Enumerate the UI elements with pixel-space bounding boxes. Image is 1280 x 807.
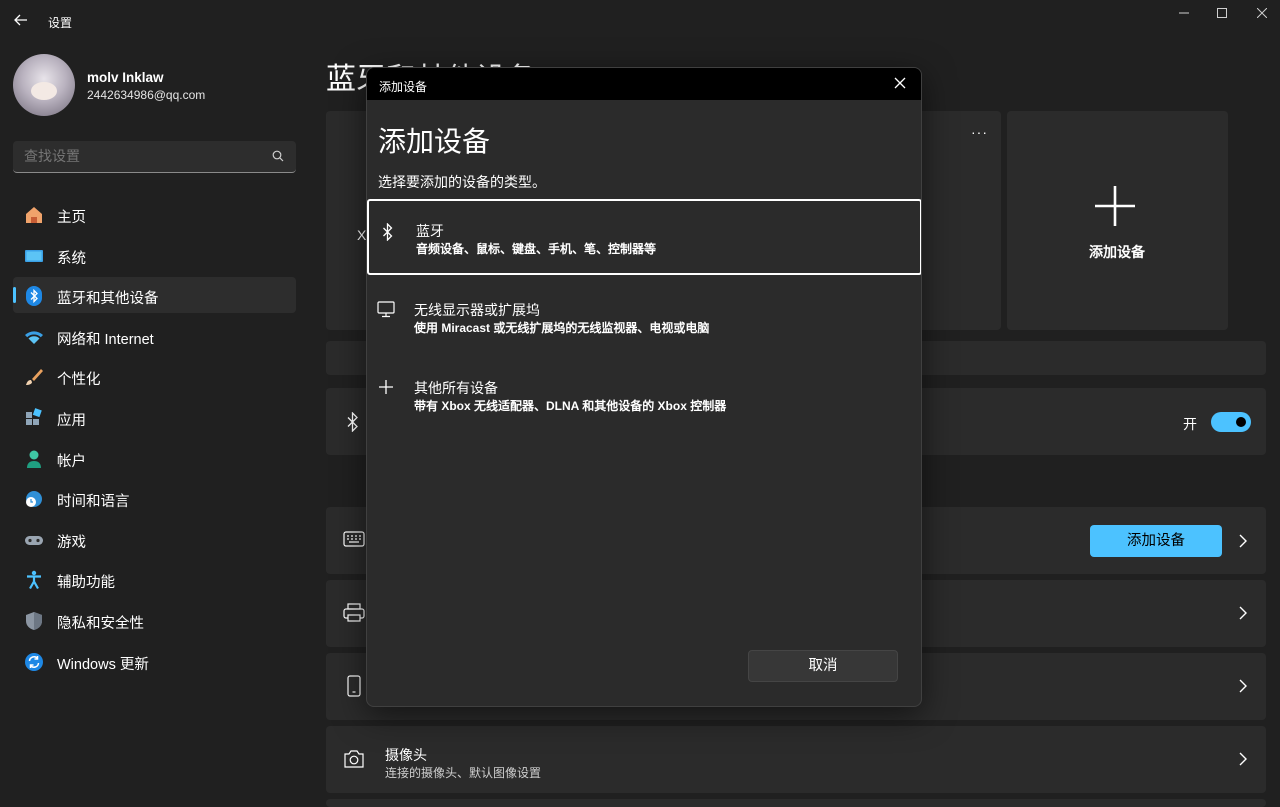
camera-row[interactable] (326, 726, 1266, 793)
add-device-card-label: 添加设备 (1089, 244, 1145, 260)
option-everything-else[interactable]: 其他所有设备 带有 Xbox 无线适配器、DLNA 和其他设备的 Xbox 控制… (367, 356, 921, 432)
sidebar-item-label: Windows 更新 (57, 656, 149, 673)
sidebar-item-label: 个性化 (57, 372, 101, 389)
sidebar-item-label: 隐私和安全性 (57, 615, 144, 632)
title-bar: 设置 (0, 0, 1280, 44)
sidebar-item-label: 蓝牙和其他设备 (57, 291, 159, 308)
profile-name: molv Inklaw (87, 70, 164, 85)
phone-icon (347, 675, 361, 697)
close-window-button[interactable] (1238, 0, 1280, 28)
monitor-icon (377, 301, 395, 318)
search-icon (272, 150, 284, 162)
option-description: 音频设备、鼠标、键盘、手机、笔、控制器等 (416, 242, 657, 256)
sidebar-item-label: 主页 (57, 210, 86, 226)
cancel-button[interactable]: 取消 (748, 650, 898, 682)
camera-row-title: 摄像头 (385, 747, 427, 763)
sidebar-item-home[interactable]: 主页 (13, 196, 296, 232)
sidebar-item-label: 系统 (57, 250, 86, 267)
accessibility-icon (27, 571, 41, 590)
dialog-close-button[interactable] (893, 76, 907, 90)
home-icon (26, 207, 42, 223)
dialog-heading: 添加设备 (378, 126, 491, 157)
sidebar-nav: 主页 系统 蓝牙和其他设备 网络和 Internet 个性化 应用 帐户 时间和… (13, 196, 296, 683)
apps-icon (26, 408, 42, 425)
avatar (13, 54, 75, 116)
chevron-right-icon[interactable] (1238, 534, 1248, 548)
search-input[interactable] (24, 148, 264, 164)
dialog-title-bar: 添加设备 (367, 68, 921, 100)
sidebar-item-label: 时间和语言 (57, 494, 130, 511)
sidebar-item-accessibility[interactable]: 辅助功能 (13, 561, 296, 597)
sidebar-item-label: 帐户 (57, 453, 86, 470)
profile-email: 2442634986@qq.com (87, 88, 206, 102)
option-bluetooth[interactable]: 蓝牙 音频设备、鼠标、键盘、手机、笔、控制器等 (367, 199, 921, 275)
sidebar-item-label: 应用 (57, 412, 86, 429)
dialog-window-title: 添加设备 (379, 80, 428, 94)
back-button[interactable] (10, 12, 32, 32)
clock-globe-icon (26, 491, 42, 508)
sidebar-item-bluetooth[interactable]: 蓝牙和其他设备 (13, 277, 296, 314)
sidebar-item-windows-update[interactable]: Windows 更新 (13, 643, 296, 679)
bluetooth-icon (383, 223, 393, 241)
option-title: 无线显示器或扩展坞 (414, 302, 540, 318)
sidebar-item-privacy[interactable]: 隐私和安全性 (13, 602, 296, 638)
sidebar-item-label: 游戏 (57, 534, 86, 551)
dialog-subtitle: 选择要添加的设备的类型。 (378, 174, 546, 190)
sidebar-item-apps[interactable]: 应用 (13, 399, 296, 435)
add-device-button[interactable]: 添加设备 (1090, 525, 1222, 557)
chevron-right-icon[interactable] (1238, 752, 1248, 766)
bluetooth-toggle[interactable] (1211, 412, 1251, 432)
add-device-dialog: 添加设备 添加设备 选择要添加的设备的类型。 蓝牙 音频设备、鼠标、键盘、手机、… (366, 67, 922, 707)
system-icon (25, 249, 43, 262)
plus-icon (379, 380, 393, 394)
chevron-right-icon[interactable] (1238, 606, 1248, 620)
update-icon (25, 652, 43, 671)
next-row (326, 799, 1266, 807)
option-title: 其他所有设备 (414, 380, 498, 396)
device-card-partial-text: X (357, 227, 367, 243)
sidebar-item-personalization[interactable]: 个性化 (13, 358, 296, 394)
option-description: 使用 Miracast 或无线扩展坞的无线监视器、电视或电脑 (414, 321, 710, 335)
shield-icon (26, 611, 42, 630)
app-title: 设置 (48, 16, 73, 30)
keyboard-icon (343, 531, 365, 547)
wifi-icon (25, 331, 43, 344)
option-description: 带有 Xbox 无线适配器、DLNA 和其他设备的 Xbox 控制器 (414, 399, 727, 413)
bluetooth-icon (26, 286, 42, 307)
camera-row-subtitle: 连接的摄像头、默认图像设置 (385, 766, 542, 780)
minimize-icon (1179, 12, 1189, 14)
camera-icon (344, 750, 364, 768)
maximize-icon (1217, 8, 1227, 18)
option-wireless-display[interactable]: 无线显示器或扩展坞 使用 Miracast 或无线扩展坞的无线监视器、电视或电脑 (367, 278, 921, 354)
sidebar-item-network[interactable]: 网络和 Internet (13, 318, 296, 354)
sidebar-item-time-language[interactable]: 时间和语言 (13, 480, 296, 516)
sidebar-item-label: 辅助功能 (57, 575, 115, 592)
sidebar-item-gaming[interactable]: 游戏 (13, 521, 296, 557)
plus-icon (1095, 186, 1135, 226)
toggle-state-label: 开 (1183, 416, 1197, 432)
brush-icon (26, 369, 43, 386)
account-icon (27, 450, 41, 468)
search-box[interactable] (13, 141, 296, 173)
bluetooth-icon (347, 412, 358, 432)
sidebar-item-system[interactable]: 系统 (13, 237, 296, 273)
back-arrow-icon (14, 14, 27, 26)
chevron-right-icon[interactable] (1238, 679, 1248, 693)
close-icon (1256, 7, 1268, 19)
option-title: 蓝牙 (416, 223, 444, 239)
printer-icon (343, 603, 365, 622)
sidebar-item-label: 网络和 Internet (57, 331, 154, 348)
sidebar-item-accounts[interactable]: 帐户 (13, 440, 296, 476)
gamepad-icon (25, 535, 43, 545)
more-options-icon[interactable]: ··· (971, 124, 988, 140)
